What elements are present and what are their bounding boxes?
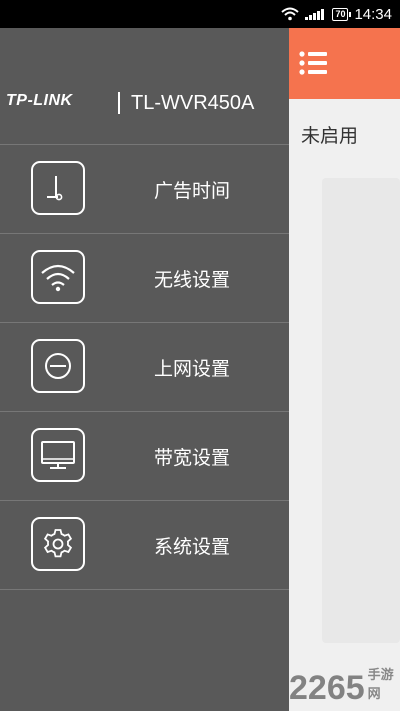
menu-item-label: 无线设置	[154, 269, 231, 291]
status-bar: 70 14:34	[0, 0, 400, 28]
menu-item-label: 广告时间	[154, 180, 231, 202]
gear-icon	[31, 517, 85, 571]
internet-icon	[31, 339, 85, 393]
navigation-drawer: TP-LINK TL-WVR450A 广告时间 无线设置 上网设置 带宽设置 系…	[0, 28, 289, 711]
wifi-icon	[31, 250, 85, 304]
main-content: 未启用 2265 手游网	[289, 99, 400, 711]
menu-item-label: 带宽设置	[154, 447, 231, 469]
status-label: 未启用	[301, 125, 359, 147]
drawer-menu: 广告时间 无线设置 上网设置 带宽设置 系统设置	[0, 144, 289, 590]
app-header	[289, 28, 400, 99]
brand-header: TP-LINK TL-WVR450A	[0, 28, 289, 144]
list-menu-icon[interactable]	[299, 51, 329, 75]
brand-divider	[118, 92, 120, 114]
menu-item-label: 上网设置	[154, 358, 231, 380]
device-model: TL-WVR450A	[131, 92, 255, 114]
content-card	[322, 178, 400, 643]
menu-item-ad-time[interactable]: 广告时间	[0, 144, 289, 233]
menu-item-internet-settings[interactable]: 上网设置	[0, 322, 289, 411]
menu-item-bandwidth-settings[interactable]: 带宽设置	[0, 411, 289, 500]
status-time: 14:34	[354, 5, 392, 23]
wifi-signal-icon	[281, 7, 300, 21]
watermark-text: 手游网	[367, 668, 394, 702]
menu-item-system-settings[interactable]: 系统设置	[0, 500, 289, 590]
watermark-number: 2265	[289, 669, 365, 707]
battery-icon: 70	[332, 7, 352, 21]
menu-item-wireless-settings[interactable]: 无线设置	[0, 233, 289, 322]
clock-icon	[31, 161, 85, 215]
menu-item-label: 系统设置	[154, 536, 231, 558]
cell-signal-icon	[305, 8, 325, 20]
monitor-icon	[31, 428, 85, 482]
watermark: 2265 手游网	[289, 664, 398, 705]
brand-logo: TP-LINK	[6, 92, 73, 109]
